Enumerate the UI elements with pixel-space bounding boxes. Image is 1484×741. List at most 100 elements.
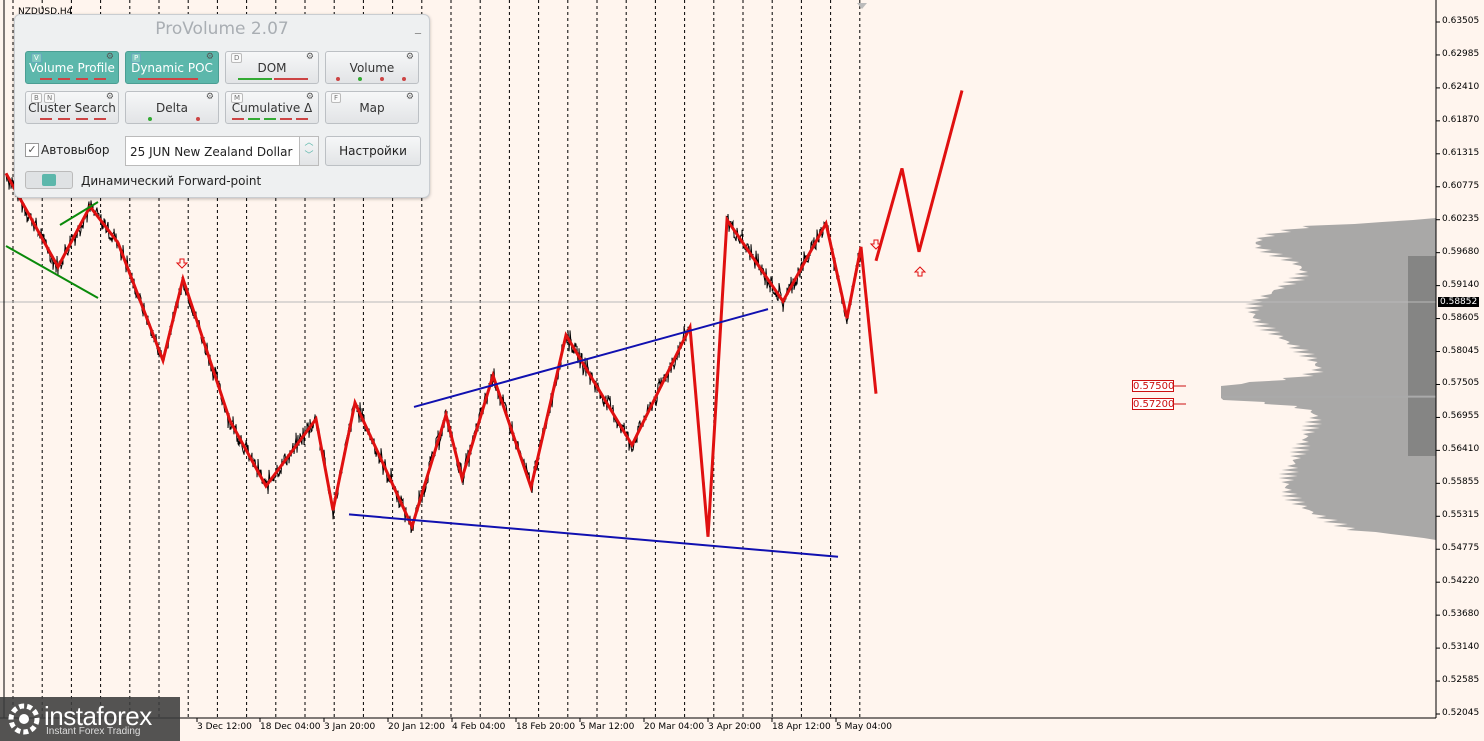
volume-profile-shape: [1221, 218, 1436, 540]
spinner-icon[interactable]: ︿ ﹀: [299, 137, 318, 165]
y-tick-label: 0.60235: [1442, 213, 1480, 224]
x-tick-label: 3 Dec 12:00: [197, 722, 252, 732]
indicator-dash: [232, 118, 244, 120]
button-label: Cumulative Δ: [231, 101, 313, 115]
button-label: Delta: [155, 101, 188, 115]
volume-profile-button[interactable]: V ⚙ Volume Profile: [25, 51, 119, 84]
x-tick-label: 5 May 04:00: [836, 722, 892, 732]
indicator-dash: [248, 118, 260, 120]
indicator-dot: [358, 77, 362, 81]
x-tick-label: 4 Feb 04:00: [452, 722, 506, 732]
y-tick-label: 0.59680: [1442, 246, 1480, 257]
y-tick-label: 0.55315: [1442, 510, 1480, 521]
y-tick-label: 0.60775: [1442, 180, 1480, 191]
y-tick-label: 0.62985: [1442, 48, 1480, 59]
forecast-up-line: [874, 90, 964, 262]
panel-title: ProVolume 2.07: [155, 19, 289, 39]
volume-button[interactable]: ⚙ Volume: [325, 51, 419, 84]
x-tick-label: 3 Apr 20:00: [708, 722, 761, 732]
x-tick-label: 20 Jan 12:00: [388, 722, 445, 732]
button-label: Cluster Search: [28, 101, 116, 115]
level-label[interactable]: 0.57200: [1132, 398, 1174, 410]
indicator-dash: [58, 78, 70, 80]
button-label: DOM: [257, 61, 287, 75]
y-tick-label: 0.53140: [1442, 642, 1480, 653]
x-tick-label: 18 Feb 20:00: [516, 722, 576, 732]
logo-icon: [8, 703, 40, 735]
chart-shift-marker: [857, 3, 867, 9]
y-tick-label: 0.61870: [1442, 114, 1480, 125]
y-tick-label: 0.57505: [1442, 378, 1480, 389]
y-tick-label: 0.58045: [1442, 345, 1480, 356]
x-tick-label: 5 Mar 12:00: [580, 722, 635, 732]
level-label[interactable]: 0.57500: [1132, 380, 1174, 392]
indicator-dot: [336, 77, 340, 81]
indicator-dash: [274, 78, 308, 80]
y-tick-label: 0.52045: [1442, 708, 1480, 718]
y-tick-label: 0.56410: [1442, 444, 1480, 455]
indicator-dash: [40, 118, 52, 120]
button-label: Volume: [349, 61, 395, 75]
y-tick-label: 0.59140: [1442, 279, 1480, 290]
indicator-dash: [264, 118, 276, 120]
cluster-search-button[interactable]: B N ⚙ Cluster Search: [25, 91, 119, 124]
settings-button[interactable]: Настройки: [325, 136, 421, 166]
autoselect-label: Автовыбор: [41, 143, 110, 157]
map-button[interactable]: F ⚙ Map: [325, 91, 419, 124]
logo-subtitle: Instant Forex Trading: [46, 726, 141, 737]
indicator-dash: [138, 78, 198, 80]
indicator-dot: [196, 117, 200, 121]
y-tick-label: 0.55855: [1442, 477, 1480, 488]
provolume-panel: ProVolume 2.07 _ V ⚙ Volume Profile P ⚙ …: [14, 14, 430, 198]
price-series: [5, 173, 876, 535]
y-tick-label: 0.54775: [1442, 543, 1480, 554]
indicator-dash: [296, 118, 308, 120]
indicator-dash: [238, 78, 272, 80]
dynamic-poc-button[interactable]: P ⚙ Dynamic POC: [125, 51, 219, 84]
volume-profile: [1221, 218, 1436, 540]
y-tick-label: 0.61315: [1442, 147, 1480, 158]
down-arrow-icon: [175, 258, 189, 269]
forward-point-label: Динамический Forward-point: [81, 174, 262, 188]
indicator-dash: [94, 118, 106, 120]
autoselect-checkbox[interactable]: ✓: [25, 143, 39, 157]
x-tick-label: 18 Apr 12:00: [772, 722, 831, 732]
contract-select[interactable]: 25 JUN New Zealand Dollar ︿ ﹀: [125, 136, 319, 166]
y-tick-label: 0.58605: [1442, 312, 1480, 323]
indicator-dash: [40, 78, 52, 80]
x-tick-label: 18 Dec 04:00: [260, 722, 321, 732]
x-tick-label: 3 Jan 20:00: [324, 722, 376, 732]
up-arrow-icon: [913, 266, 927, 277]
indicator-dot: [402, 77, 406, 81]
y-tick-label: 0.54220: [1442, 576, 1480, 587]
forward-point-toggle[interactable]: [25, 171, 73, 189]
y-tick-label: 0.62410: [1442, 81, 1480, 92]
indicator-dash: [280, 118, 292, 120]
button-label: Dynamic POC: [131, 61, 213, 75]
x-tick-label: 20 Mar 04:00: [644, 722, 705, 732]
indicator-dot: [380, 77, 384, 81]
channel-upper-line: [413, 308, 769, 408]
button-label: Map: [359, 101, 385, 115]
toggle-knob: [42, 174, 56, 186]
indicator-dash: [76, 78, 88, 80]
contract-value: 25 JUN New Zealand Dollar: [130, 145, 293, 159]
instaforex-logo: instaforex Instant Forex Trading: [0, 697, 180, 741]
indicator-dash: [58, 118, 70, 120]
indicator-dash: [76, 118, 88, 120]
wedge-upper-line: [59, 201, 99, 226]
y-tick-label: 0.52585: [1442, 675, 1480, 686]
zigzag-line: [4, 172, 878, 537]
dom-button[interactable]: D ⚙ DOM: [225, 51, 319, 84]
value-area-band: [1408, 256, 1436, 456]
y-tick-label: 0.56955: [1442, 411, 1480, 422]
delta-button[interactable]: ⚙ Delta: [125, 91, 219, 124]
button-label: Volume Profile: [29, 61, 115, 75]
indicator-dot: [148, 117, 152, 121]
y-tick-label: 0.53680: [1442, 609, 1480, 620]
indicator-dash: [94, 78, 106, 80]
current-price-label: 0.58852: [1438, 297, 1480, 307]
y-tick-label: 0.63505: [1442, 16, 1480, 26]
cumulative-delta-button[interactable]: M ⚙ Cumulative Δ: [225, 91, 319, 124]
minimize-icon[interactable]: _: [413, 21, 423, 33]
